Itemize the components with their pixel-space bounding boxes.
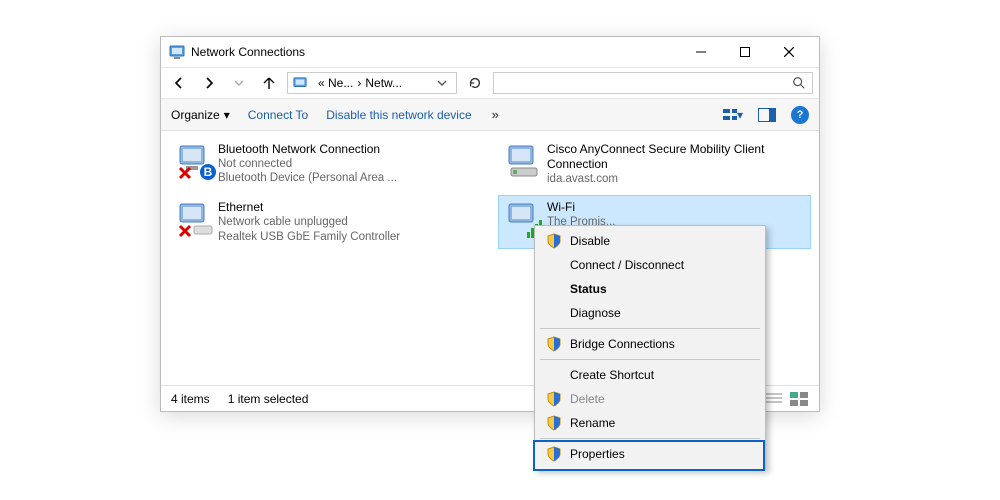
connection-device: ida.avast.com	[547, 172, 806, 186]
window-controls	[679, 37, 811, 67]
ctx-status[interactable]: Status	[538, 277, 762, 301]
recent-dropdown[interactable]	[227, 71, 251, 95]
connection-item-bluetooth[interactable]: B Bluetooth Network Connection Not conne…	[169, 137, 482, 191]
shield-icon	[546, 446, 562, 462]
window-title: Network Connections	[191, 45, 679, 59]
selected-count: 1 item selected	[228, 392, 309, 406]
more-commands-button[interactable]: »	[492, 107, 499, 122]
shield-icon	[546, 336, 562, 352]
ctx-separator	[540, 438, 760, 439]
up-button[interactable]	[257, 71, 281, 95]
shield-icon	[546, 415, 562, 431]
ctx-rename[interactable]: Rename	[538, 411, 762, 435]
address-bar[interactable]: « Ne... › Netw...	[287, 72, 457, 94]
connection-status: Not connected	[218, 157, 397, 171]
connection-device: Realtek USB GbE Family Controller	[218, 230, 400, 244]
address-icon	[292, 75, 308, 91]
breadcrumb-seg2[interactable]: Netw...	[365, 76, 402, 90]
app-icon	[169, 44, 185, 60]
forward-button[interactable]	[197, 71, 221, 95]
ctx-connect-disconnect[interactable]: Connect / Disconnect	[538, 253, 762, 277]
vpn-icon	[503, 142, 547, 184]
ctx-separator	[540, 328, 760, 329]
ctx-label: Properties	[570, 447, 625, 461]
address-dropdown[interactable]	[432, 73, 452, 93]
organize-button[interactable]: Organize▾	[171, 108, 230, 122]
help-button[interactable]: ?	[791, 106, 809, 124]
close-button[interactable]	[767, 37, 811, 67]
ctx-label: Disable	[570, 234, 610, 248]
ctx-label: Delete	[570, 392, 605, 406]
connection-item-ethernet[interactable]: Ethernet Network cable unplugged Realtek…	[169, 195, 482, 249]
disable-device-button[interactable]: Disable this network device	[326, 108, 471, 122]
ctx-properties[interactable]: Properties	[538, 442, 762, 466]
chevron-down-icon: ▾	[224, 108, 230, 122]
search-icon	[792, 76, 806, 90]
ctx-create-shortcut[interactable]: Create Shortcut	[538, 363, 762, 387]
ctx-label: Bridge Connections	[570, 337, 675, 351]
search-box[interactable]	[493, 72, 813, 94]
item-count: 4 items	[171, 392, 210, 406]
nav-bar: « Ne... › Netw...	[161, 67, 819, 99]
connection-name: Cisco AnyConnect Secure Mobility Client …	[547, 142, 806, 172]
ctx-disable[interactable]: Disable	[538, 229, 762, 253]
preview-pane-button[interactable]	[757, 105, 777, 125]
ctx-label: Status	[570, 282, 607, 296]
bluetooth-disabled-icon: B	[174, 142, 218, 184]
connection-name: Bluetooth Network Connection	[218, 142, 397, 157]
shield-icon	[546, 233, 562, 249]
titlebar: Network Connections	[161, 37, 819, 67]
ctx-label: Rename	[570, 416, 615, 430]
connection-item-vpn[interactable]: Cisco AnyConnect Secure Mobility Client …	[498, 137, 811, 191]
details-view-button[interactable]	[763, 389, 783, 409]
connection-name: Ethernet	[218, 200, 400, 215]
ctx-label: Diagnose	[570, 306, 621, 320]
context-menu: Disable Connect / Disconnect Status Diag…	[534, 225, 766, 470]
ctx-separator	[540, 359, 760, 360]
command-bar: Organize▾ Connect To Disable this networ…	[161, 99, 819, 131]
minimize-button[interactable]	[679, 37, 723, 67]
back-button[interactable]	[167, 71, 191, 95]
ctx-delete[interactable]: Delete	[538, 387, 762, 411]
ctx-bridge[interactable]: Bridge Connections	[538, 332, 762, 356]
connect-to-button[interactable]: Connect To	[248, 108, 309, 122]
ctx-label: Create Shortcut	[570, 368, 654, 382]
maximize-button[interactable]	[723, 37, 767, 67]
ctx-diagnose[interactable]: Diagnose	[538, 301, 762, 325]
shield-icon	[546, 391, 562, 407]
connection-status: Network cable unplugged	[218, 215, 400, 229]
connection-name: Wi-Fi	[547, 200, 615, 215]
svg-text:B: B	[204, 165, 213, 179]
breadcrumb-seg1[interactable]: « Ne...	[318, 76, 353, 90]
ctx-label: Connect / Disconnect	[570, 258, 684, 272]
view-options-button[interactable]: ▾	[723, 105, 743, 125]
refresh-button[interactable]	[463, 72, 487, 94]
breadcrumb-chevron-icon: ›	[357, 76, 361, 90]
connection-device: Bluetooth Device (Personal Area ...	[218, 171, 397, 185]
ethernet-unplugged-icon	[174, 200, 218, 242]
tiles-view-button[interactable]	[789, 389, 809, 409]
